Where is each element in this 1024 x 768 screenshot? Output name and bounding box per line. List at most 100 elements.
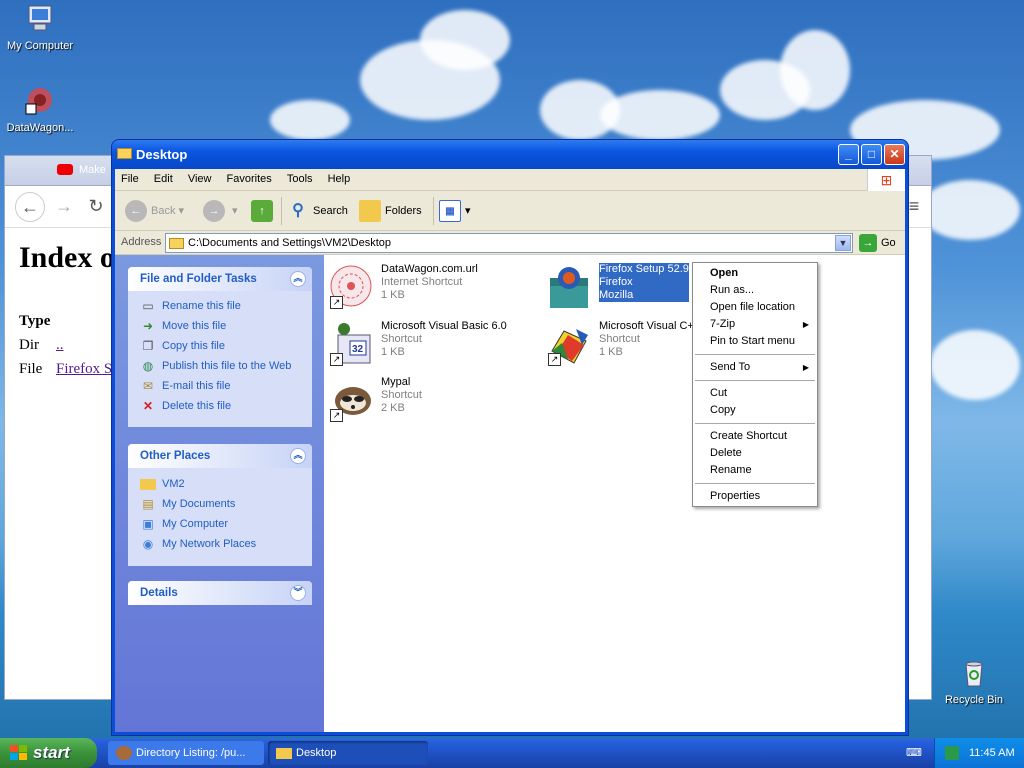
details-panel: Details ︾ xyxy=(128,581,312,605)
clock[interactable]: 11:45 AM xyxy=(969,747,1015,759)
explorer-titlebar[interactable]: Desktop _ □ ✕ xyxy=(112,140,908,169)
menu-item-open-file-location[interactable]: Open file location xyxy=(693,299,817,316)
task-email[interactable]: ✉ E-mail this file xyxy=(128,376,312,396)
folder-icon xyxy=(140,478,156,490)
datawagon-icon xyxy=(25,88,52,115)
search-icon: ⚲ xyxy=(292,202,304,220)
browser-content: Index o Type Dir .. File Firefox S xyxy=(19,241,115,377)
address-dropdown-icon[interactable]: ▼ xyxy=(835,235,851,251)
desktop-icon-label: DataWagon... xyxy=(6,122,74,134)
back-arrow-icon: ← xyxy=(125,200,147,223)
file-type: Internet Shortcut xyxy=(381,276,463,288)
place-label: My Computer xyxy=(162,518,229,530)
file-item[interactable]: 32 ↗ Microsoft Visual Basic 6.0 Shortcut 1… xyxy=(324,318,534,368)
menu-view[interactable]: View xyxy=(182,169,218,185)
file-size: 2 KB xyxy=(381,402,405,414)
taskbar-button-desktop[interactable]: Desktop xyxy=(268,741,428,765)
menu-item-7zip[interactable]: 7-Zip ▶ xyxy=(693,316,817,333)
maximize-button[interactable]: □ xyxy=(861,144,882,165)
file-size: 1 KB xyxy=(381,346,405,358)
task-label: Move this file xyxy=(162,320,227,332)
up-folder-icon: ↑ xyxy=(251,200,273,223)
task-label: Rename this file xyxy=(162,300,241,312)
menu-separator xyxy=(695,423,815,424)
file-item[interactable]: ↗ Mypal Shortcut 2 KB xyxy=(324,374,534,424)
context-menu: Open Run as... Open file location 7-Zip ▶… xyxy=(692,262,818,507)
browser-tab-title[interactable]: Make xyxy=(79,164,106,176)
menu-separator xyxy=(695,380,815,381)
menu-item-properties[interactable]: Properties xyxy=(693,488,817,505)
taskbar-button-browser[interactable]: Directory Listing: /pu... xyxy=(108,741,264,765)
desktop-icon-my-computer[interactable]: My Computer xyxy=(0,2,80,52)
file-name: DataWagon.com.url xyxy=(381,263,478,275)
go-button[interactable]: → Go xyxy=(859,234,896,253)
back-button[interactable]: ← Back ▾ xyxy=(125,199,184,223)
menu-item-copy[interactable]: Copy xyxy=(693,402,817,419)
network-tray-icon[interactable] xyxy=(945,746,959,760)
desktop-icon-label: Recycle Bin xyxy=(944,694,1004,706)
menu-favorites[interactable]: Favorites xyxy=(221,169,278,185)
task-label: Desktop xyxy=(296,747,337,759)
folders-button[interactable]: Folders xyxy=(359,199,422,223)
page-heading: Index o xyxy=(19,241,115,274)
menu-help[interactable]: Help xyxy=(322,169,357,185)
task-move[interactable]: ➜ Move this file xyxy=(128,316,312,336)
menu-file[interactable]: File xyxy=(115,169,145,185)
views-icon: ▦ xyxy=(439,200,461,223)
row-link[interactable]: .. xyxy=(56,337,64,354)
reload-icon[interactable]: ↻ xyxy=(81,192,111,222)
panel-title: Details xyxy=(140,587,178,599)
menu-tools[interactable]: Tools xyxy=(281,169,319,185)
task-delete[interactable]: ✕ Delete this file xyxy=(128,396,312,416)
forward-arrow-icon[interactable]: → xyxy=(49,192,79,222)
close-button[interactable]: ✕ xyxy=(884,144,905,165)
task-copy[interactable]: ❐ Copy this file xyxy=(128,336,312,356)
menu-edit[interactable]: Edit xyxy=(148,169,179,185)
collapse-chevron-icon[interactable]: ︽ xyxy=(290,448,306,464)
delete-icon: ✕ xyxy=(142,399,154,414)
menu-item-run-as[interactable]: Run as... xyxy=(693,282,817,299)
search-button[interactable]: ⚲ Search xyxy=(287,199,348,223)
menu-item-open[interactable]: Open xyxy=(693,265,817,282)
task-pane: File and Folder Tasks ︽ ▭ Rename this fil… xyxy=(115,255,324,732)
desktop-icon-datawagon[interactable]: DataWagon... xyxy=(0,84,80,134)
other-places-panel: Other Places ︽ VM2 ▤ My Documents ▣ My Com… xyxy=(128,444,312,566)
search-label: Search xyxy=(313,205,348,217)
task-publish[interactable]: ◍ Publish this file to the Web xyxy=(128,356,312,376)
file-size: 1 KB xyxy=(381,289,405,301)
desktop-icon-recycle-bin[interactable]: Recycle Bin xyxy=(934,656,1014,706)
file-size: Mozilla xyxy=(599,289,689,302)
start-button[interactable]: start xyxy=(0,738,97,768)
menu-item-create-shortcut[interactable]: Create Shortcut xyxy=(693,428,817,445)
panel-header[interactable]: File and Folder Tasks ︽ xyxy=(128,267,312,291)
menu-item-send-to[interactable]: Send To ▶ xyxy=(693,359,817,376)
minimize-button[interactable]: _ xyxy=(838,144,859,165)
menu-item-delete[interactable]: Delete xyxy=(693,445,817,462)
address-input[interactable]: C:\Documents and Settings\VM2\Desktop ▼ xyxy=(165,233,853,253)
menu-item-pin-start[interactable]: Pin to Start menu xyxy=(693,333,817,350)
file-name: Firefox Setup 52.9 xyxy=(599,263,689,276)
menu-bar: File Edit View Favorites Tools Help ⊞ xyxy=(115,169,905,191)
panel-header[interactable]: Details ︾ xyxy=(128,581,312,605)
expand-chevron-icon[interactable]: ︾ xyxy=(290,585,306,601)
place-my-computer[interactable]: ▣ My Computer xyxy=(128,514,312,534)
views-button[interactable]: ▦ ▾ xyxy=(439,199,471,223)
folder-icon xyxy=(276,748,292,759)
menu-item-rename[interactable]: Rename xyxy=(693,462,817,479)
place-my-documents[interactable]: ▤ My Documents xyxy=(128,494,312,514)
forward-button[interactable]: → ▾ xyxy=(203,199,238,223)
row-link[interactable]: Firefox S xyxy=(56,361,112,378)
go-arrow-icon: → xyxy=(859,234,877,253)
panel-header[interactable]: Other Places ︽ xyxy=(128,444,312,468)
folders-label: Folders xyxy=(385,205,422,217)
collapse-chevron-icon[interactable]: ︽ xyxy=(290,271,306,287)
place-network[interactable]: ◉ My Network Places xyxy=(128,534,312,554)
task-rename[interactable]: ▭ Rename this file xyxy=(128,296,312,316)
keyboard-icon[interactable]: ⌨ xyxy=(906,746,922,759)
file-folder-tasks-panel: File and Folder Tasks ︽ ▭ Rename this fil… xyxy=(128,267,312,427)
file-item[interactable]: ↗ DataWagon.com.url Internet Shortcut 1 KB xyxy=(324,261,534,311)
place-vm2[interactable]: VM2 xyxy=(128,474,312,494)
back-arrow-icon[interactable]: ← xyxy=(15,192,45,222)
up-folder-button[interactable]: ↑ xyxy=(251,199,277,223)
menu-item-cut[interactable]: Cut xyxy=(693,385,817,402)
